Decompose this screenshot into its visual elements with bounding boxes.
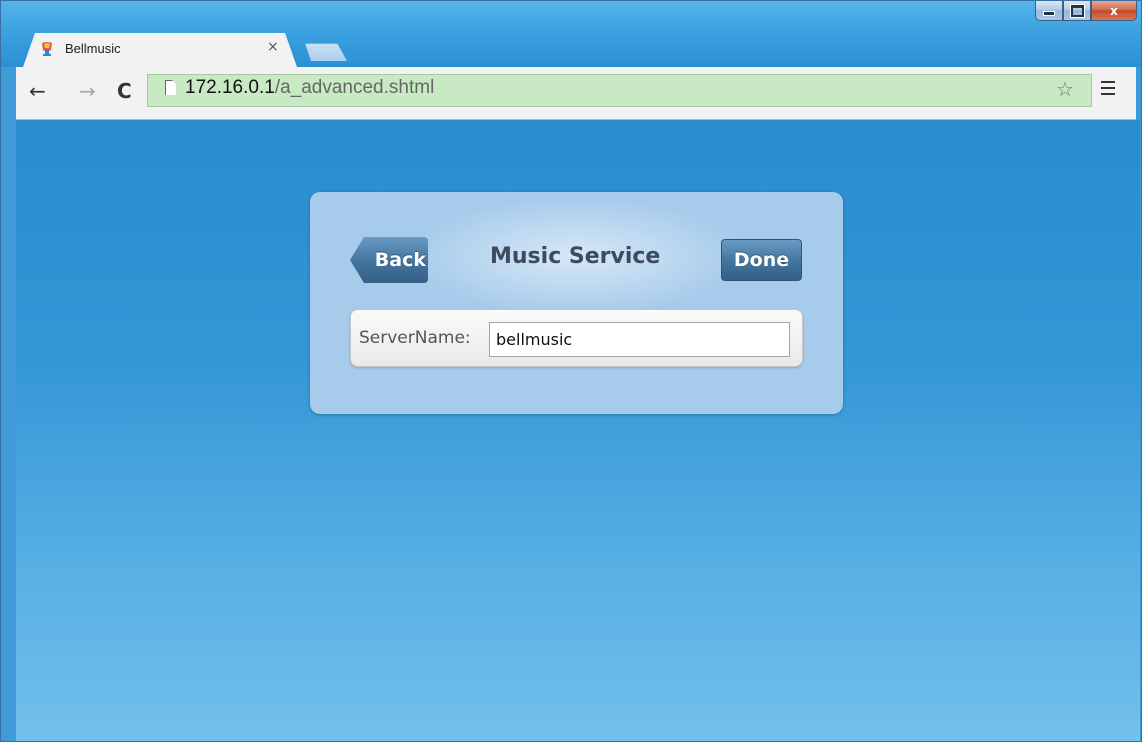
address-url[interactable]: 172.16.0.1/a_advanced.shtml (185, 77, 434, 99)
maximize-icon (1070, 4, 1084, 17)
reload-icon[interactable]: C (117, 79, 132, 103)
server-name-input[interactable] (489, 322, 790, 357)
tab-title: Bellmusic (65, 41, 121, 56)
page-title: Music Service (490, 244, 661, 269)
url-path: /a_advanced.shtml (274, 77, 435, 98)
maximize-button[interactable] (1063, 1, 1091, 21)
tab-close-icon[interactable]: × (267, 39, 279, 55)
url-host: 172.16.0.1 (185, 77, 275, 98)
close-icon: x (1110, 3, 1118, 18)
bellmusic-favicon-icon (42, 42, 52, 56)
server-name-label: ServerName: (359, 328, 471, 348)
bookmark-star-icon[interactable]: ☆ (1056, 77, 1074, 101)
minimize-icon (1043, 11, 1055, 16)
browser-window: x Bellmusic × ← → C 172.16.0.1/a_advance… (0, 0, 1142, 742)
forward-arrow-icon[interactable]: → (79, 79, 96, 103)
minimize-button[interactable] (1035, 1, 1063, 21)
window-close-button[interactable]: x (1091, 1, 1137, 21)
window-controls: x (1035, 1, 1137, 23)
back-button[interactable]: Back (350, 237, 428, 283)
done-button[interactable]: Done (721, 239, 802, 281)
menu-icon[interactable] (1101, 81, 1115, 99)
back-arrow-icon[interactable]: ← (29, 79, 46, 103)
